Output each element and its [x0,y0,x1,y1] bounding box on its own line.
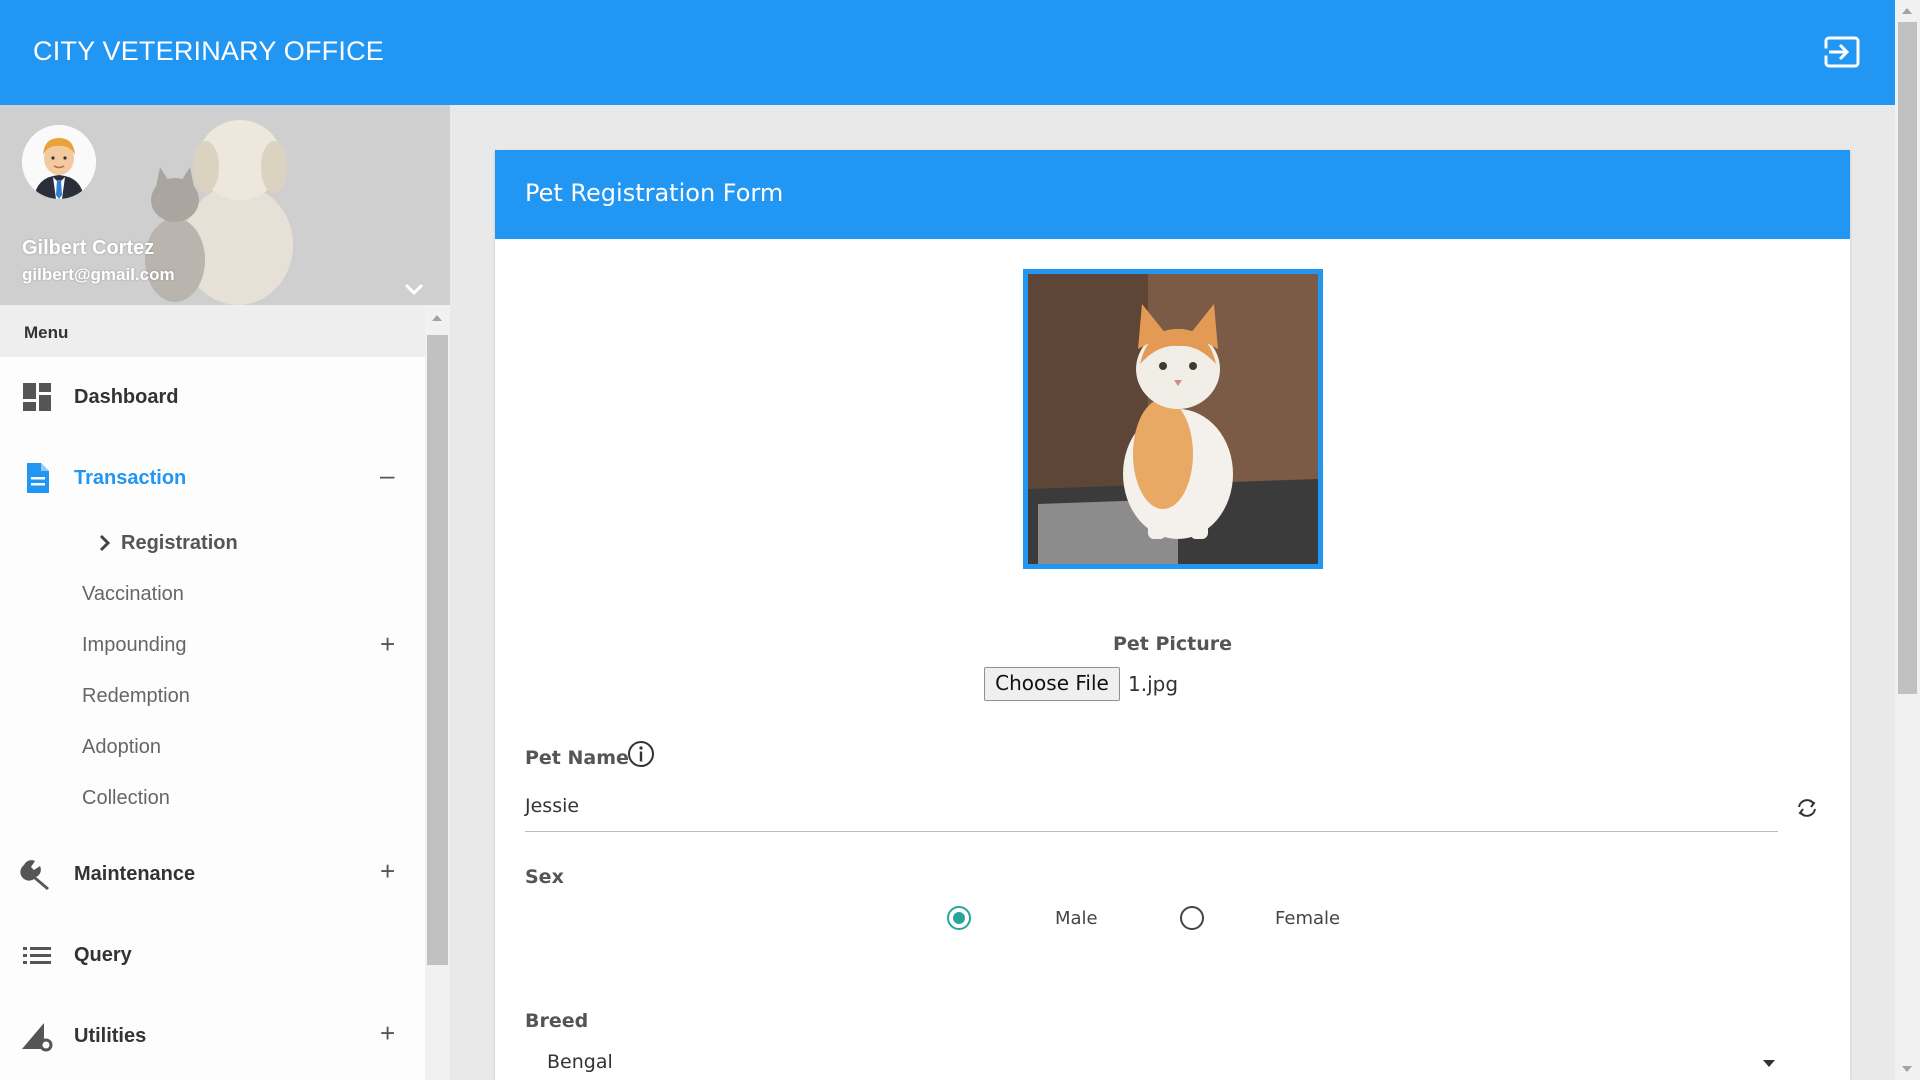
breed-label: Breed [525,1010,589,1032]
sidebar-subitem-registration[interactable]: Registration [0,520,425,566]
pet-name-underline [525,831,1778,832]
sidebar-subitem-vaccination[interactable]: Vaccination [0,571,425,617]
sidebar-subitem-adoption[interactable]: Adoption [0,724,425,770]
menu-header: Menu [0,305,450,357]
sidebar-subitem-label: Redemption [82,685,190,707]
pet-name-label: Pet Name [525,747,629,769]
logout-icon[interactable] [1823,35,1863,71]
collapse-toggle[interactable]: – [380,462,394,488]
selected-file-name: 1.jpg [1128,672,1179,696]
sidebar-subitem-label: Collection [82,787,170,809]
sidebar-subitem-collection[interactable]: Collection [0,775,425,821]
sidebar-subitem-label: Registration [121,532,238,554]
sidebar-subitem-redemption[interactable]: Redemption [0,673,425,719]
top-app-bar: CITY VETERINARY OFFICE [0,0,1895,105]
user-email: gilbert@gmail.com [22,265,175,284]
sidebar-item-transaction[interactable]: Transaction – [0,448,425,508]
refresh-icon[interactable] [1795,796,1819,820]
sidebar-item-utilities[interactable]: Utilities + [0,1006,425,1066]
sidebar-item-label: Dashboard [74,386,179,408]
menu-header-label: Menu [24,323,69,342]
card-header: Pet Registration Form [495,150,1850,239]
user-name: Gilbert Cortez [22,237,155,259]
scroll-up-arrow[interactable] [432,315,442,321]
scrollbar-thumb[interactable] [427,335,448,965]
wrench-icon [20,857,54,891]
app-title: CITY VETERINARY OFFICE [33,36,384,66]
avatar[interactable] [22,125,96,199]
scroll-down-arrow[interactable] [1902,1066,1912,1072]
sex-label: Sex [525,866,564,888]
expand-toggle[interactable]: + [380,631,395,657]
sex-radio-male[interactable] [947,906,971,930]
sidebar-item-label: Transaction [74,467,187,489]
dropdown-caret-icon[interactable] [1763,1060,1775,1067]
sidebar-item-label: Utilities [74,1025,147,1047]
pet-photo-preview [1023,269,1323,569]
sidebar-item-label: Query [74,944,132,966]
form-title: Pet Registration Form [525,179,784,207]
info-icon[interactable] [627,740,655,768]
pet-picture-label: Pet Picture [1112,633,1233,655]
chevron-down-icon[interactable] [402,277,426,301]
expand-toggle[interactable]: + [380,1020,395,1046]
sidebar-item-query[interactable]: Query [0,925,425,985]
sidebar-subitem-label: Adoption [82,736,161,758]
page-scrollbar[interactable] [1895,0,1920,1080]
pet-name-input[interactable]: Jessie [525,795,579,817]
sidebar-subitem-label: Vaccination [82,583,184,605]
sidebar-item-dashboard[interactable]: Dashboard [0,367,425,427]
sidebar: Gilbert Cortez gilbert@gmail.com Menu Da… [0,105,450,1080]
sex-option-male-label[interactable]: Male [1055,908,1098,929]
breed-select[interactable]: Bengal [547,1051,613,1073]
user-profile-panel: Gilbert Cortez gilbert@gmail.com [0,105,450,305]
expand-toggle[interactable]: + [380,858,395,884]
scroll-up-arrow[interactable] [1902,8,1912,14]
pet-registration-card: Pet Registration Form Pet Picture Choose… [495,150,1850,1080]
sex-option-female-label[interactable]: Female [1275,908,1340,929]
choose-file-button[interactable]: Choose File [984,667,1120,701]
sidebar-subitem-label: Impounding [82,634,187,656]
utilities-icon [20,1019,54,1053]
sidebar-item-label: Maintenance [74,863,196,885]
list-icon [20,938,54,972]
sidebar-item-maintenance[interactable]: Maintenance + [0,844,425,904]
chevron-right-icon [98,533,112,553]
sidebar-scrollbar[interactable] [425,305,450,1080]
scrollbar-thumb[interactable] [1898,22,1917,694]
sex-radio-female[interactable] [1180,906,1204,930]
dashboard-icon [20,380,54,414]
sidebar-subitem-impounding[interactable]: Impounding + [0,622,425,668]
document-icon [20,461,54,495]
